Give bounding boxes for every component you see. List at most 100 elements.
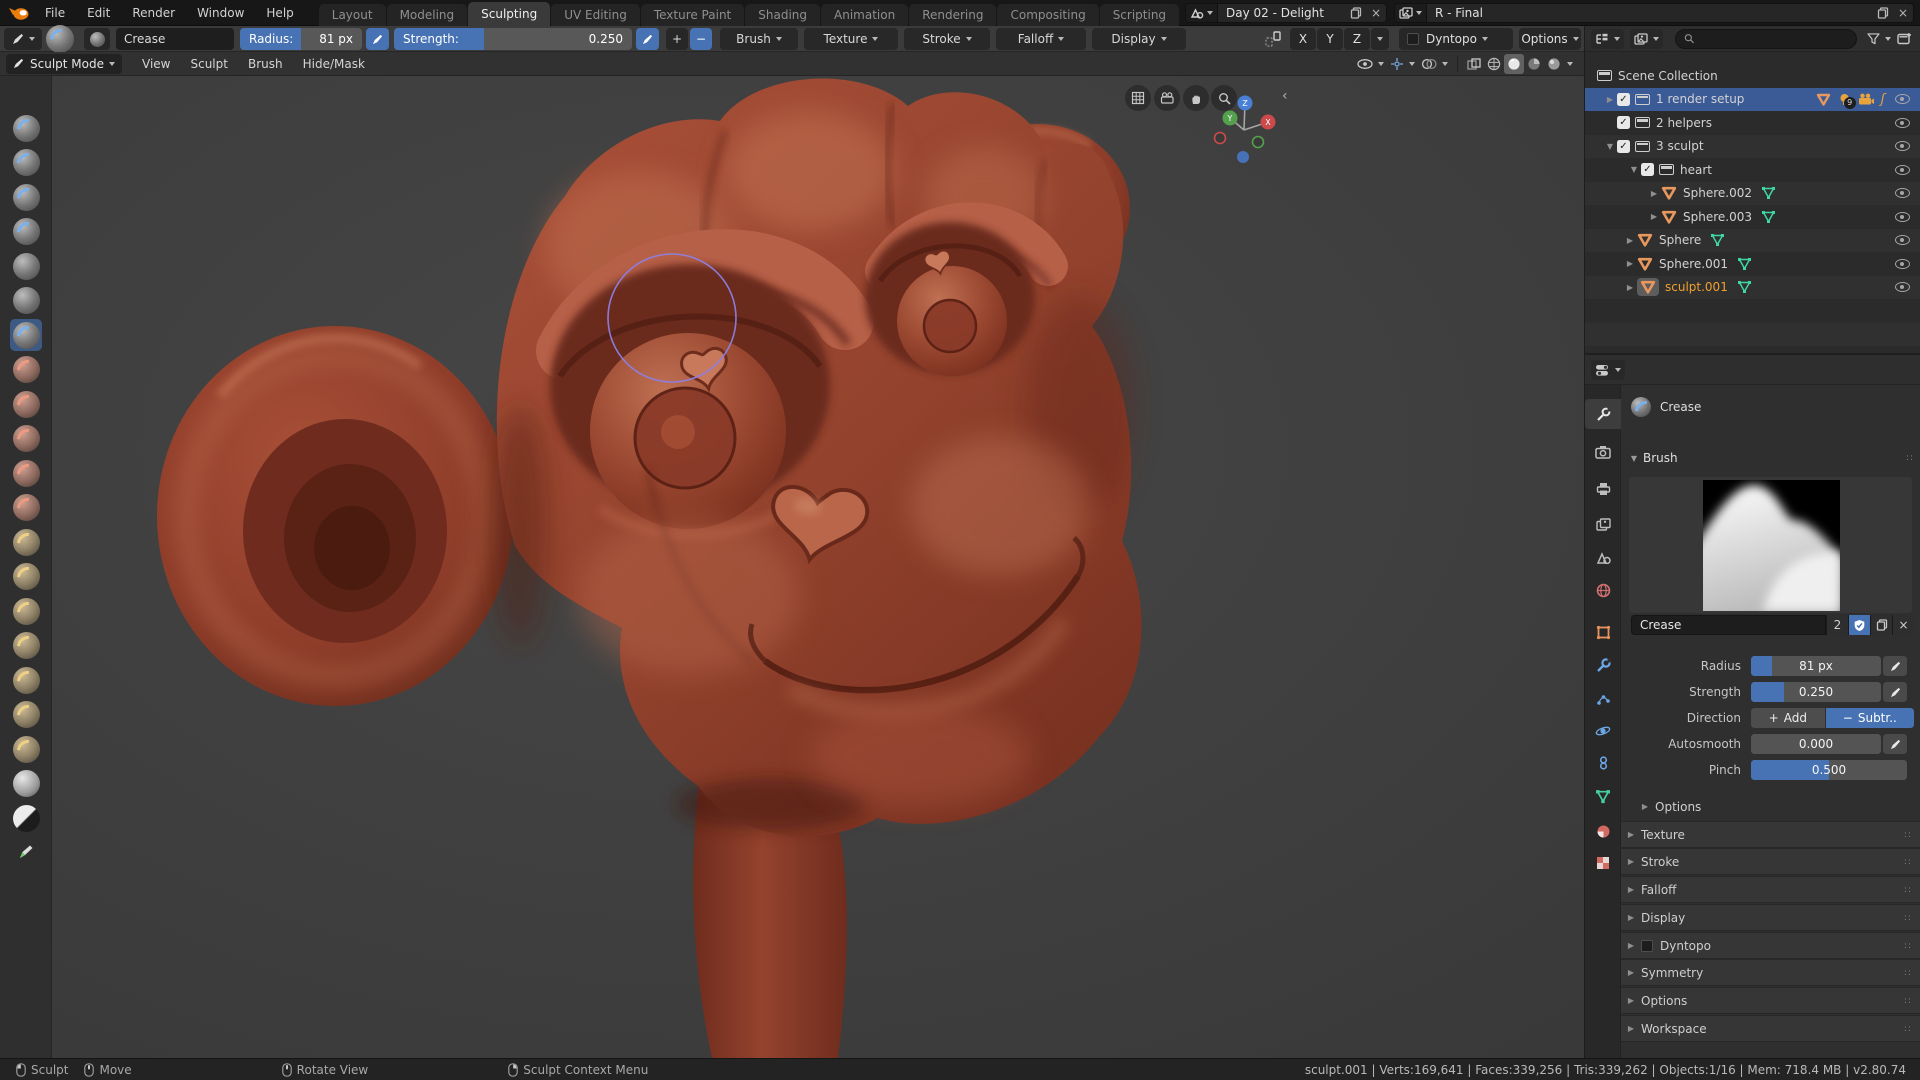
expand-icon[interactable]: ▶ (1647, 189, 1661, 198)
tab-rendering[interactable]: Rendering (909, 3, 997, 26)
tab-animation[interactable]: Animation (821, 3, 909, 26)
mirror-x-toggle[interactable]: X (1290, 28, 1316, 50)
tool-inflate[interactable] (10, 250, 42, 282)
remove-view-layer-icon[interactable]: × (1893, 4, 1913, 22)
strength-slider[interactable]: 0.250 (1751, 682, 1881, 702)
tool-pose[interactable] (10, 664, 42, 696)
subpanel-texture[interactable]: ▶ Texture:: (1621, 821, 1920, 848)
outliner-row-sphere-002[interactable]: ▶ Sphere.002 (1585, 181, 1920, 205)
shading-wireframe-button[interactable] (1484, 54, 1504, 74)
autosmooth-slider[interactable]: 0.000 (1751, 734, 1881, 754)
strength-slider[interactable]: Strength: 0.250 (394, 28, 632, 50)
zoom-view-button[interactable] (1211, 85, 1237, 111)
menu-brush[interactable]: Brush (238, 57, 293, 71)
tool-rotate[interactable] (10, 733, 42, 765)
strength-pressure-toggle[interactable] (1883, 682, 1907, 702)
outliner-row-sculpt-collection[interactable]: ▼ ✓ 3 sculpt (1585, 134, 1920, 158)
hide-eye-icon[interactable] (1895, 258, 1910, 269)
direction-add-button[interactable]: + Add (1751, 708, 1825, 728)
menu-help[interactable]: Help (255, 0, 304, 26)
subpanel-options[interactable]: ▶ Options (1635, 793, 1920, 820)
tool-thumb[interactable] (10, 629, 42, 661)
tab-constraints[interactable] (1585, 748, 1621, 778)
editor-type-properties-button[interactable] (1591, 359, 1625, 380)
brush-name-field[interactable]: Crease (116, 28, 234, 50)
view-layer-selector[interactable]: R - Final × (1394, 3, 1914, 23)
hide-eye-icon[interactable] (1895, 235, 1910, 246)
tool-annotate[interactable] (10, 836, 42, 868)
brush-preview-icon[interactable] (46, 25, 74, 53)
ortho-grid-button[interactable] (1125, 85, 1151, 111)
tool-elastic-deform[interactable] (10, 560, 42, 592)
shading-solid-button[interactable] (1504, 53, 1524, 74)
unlink-brush-button[interactable]: × (1892, 615, 1914, 635)
view-layer-icon[interactable] (1395, 4, 1427, 22)
collection-checkbox[interactable]: ✓ (1617, 92, 1630, 106)
tool-mask[interactable] (10, 802, 42, 834)
tab-uv-editing[interactable]: UV Editing (551, 3, 640, 26)
scene-name[interactable]: Day 02 - Delight (1218, 6, 1346, 20)
tab-object-data[interactable] (1585, 781, 1621, 811)
xray-toggle[interactable] (1464, 54, 1484, 74)
outliner-row-render-setup[interactable]: ▶ ✓ 1 render setup 9 ʃ (1585, 87, 1920, 111)
options-popover[interactable]: Options (1519, 28, 1581, 50)
menu-file[interactable]: File (34, 0, 76, 26)
outliner-row-sphere[interactable]: ▶ Sphere (1585, 228, 1920, 252)
menu-hide-mask[interactable]: Hide/Mask (293, 57, 375, 71)
tool-flatten[interactable] (10, 388, 42, 420)
new-scene-icon[interactable] (1346, 4, 1366, 22)
outliner-row-sphere-003[interactable]: ▶ Sphere.003 (1585, 205, 1920, 229)
duplicate-brush-button[interactable] (1870, 615, 1892, 635)
overlays-dropdown[interactable] (1418, 54, 1451, 74)
tab-view-layer[interactable] (1585, 509, 1621, 539)
scene-icon[interactable] (1186, 4, 1218, 22)
popover-falloff[interactable]: Falloff (996, 28, 1086, 50)
tool-blob[interactable] (10, 284, 42, 316)
subpanel-options-2[interactable]: ▶ Options:: (1621, 987, 1920, 1014)
users-count-button[interactable]: 2 (1826, 615, 1848, 635)
subpanel-display[interactable]: ▶ Display:: (1621, 904, 1920, 931)
new-view-layer-icon[interactable] (1873, 4, 1893, 22)
strength-pressure-toggle[interactable] (636, 28, 659, 50)
collection-checkbox[interactable]: ✓ (1617, 116, 1630, 130)
direction-subtract-button[interactable]: − Subtr.. (1825, 708, 1914, 728)
sculpt-canvas[interactable]: Z X Y (0, 76, 1584, 1058)
radius-slider[interactable]: Radius: 81 px (240, 28, 362, 50)
expand-icon[interactable]: ▶ (1623, 236, 1637, 245)
tab-scripting[interactable]: Scripting (1099, 3, 1180, 26)
tool-smooth[interactable] (10, 353, 42, 385)
outliner-row-sphere-001[interactable]: ▶ Sphere.001 (1585, 252, 1920, 276)
shading-dropdown[interactable] (1564, 54, 1576, 74)
tool-simplify[interactable] (10, 767, 42, 799)
direction-subtract-toggle[interactable]: − (690, 28, 712, 50)
outliner-row-scene-collection[interactable]: Scene Collection (1585, 64, 1920, 88)
tool-nudge[interactable] (10, 698, 42, 730)
mirror-y-toggle[interactable]: Y (1317, 28, 1343, 50)
outliner-search-input[interactable] (1694, 31, 1848, 46)
tab-texture[interactable] (1585, 848, 1621, 878)
tool-fill[interactable] (10, 422, 42, 454)
tab-particles[interactable] (1585, 683, 1621, 713)
autosmooth-pressure-toggle[interactable] (1883, 734, 1907, 754)
tool-pinch[interactable] (10, 491, 42, 523)
tab-texture-paint[interactable]: Texture Paint (640, 3, 745, 26)
hide-eye-icon[interactable] (1895, 141, 1910, 152)
fake-user-shield-button[interactable] (1848, 615, 1870, 635)
active-tool-button[interactable] (4, 28, 42, 50)
new-collection-button[interactable] (1897, 32, 1912, 45)
expand-icon[interactable]: ▶ (1603, 95, 1617, 104)
gizmo-y-label[interactable]: Y (1227, 114, 1233, 123)
subpanel-stroke[interactable]: ▶ Stroke:: (1621, 848, 1920, 875)
brush-preview-image[interactable] (1703, 480, 1840, 611)
pinch-slider[interactable]: 0.500 (1751, 760, 1907, 780)
outliner-row-sculpt-001[interactable]: ▶ sculpt.001 (1585, 275, 1920, 299)
tab-scene[interactable] (1585, 542, 1621, 572)
mirror-more-dropdown[interactable] (1371, 28, 1389, 50)
tool-snake-hook[interactable] (10, 595, 42, 627)
tab-sculpting[interactable]: Sculpting (468, 1, 551, 26)
expand-icon[interactable]: ▶ (1623, 259, 1637, 268)
brush-panel-header[interactable]: ▼ Brush :: (1625, 447, 1914, 469)
view-layer-name[interactable]: R - Final (1427, 6, 1873, 20)
expand-icon[interactable]: ▶ (1623, 283, 1637, 292)
gizmos-dropdown[interactable] (1387, 54, 1418, 74)
